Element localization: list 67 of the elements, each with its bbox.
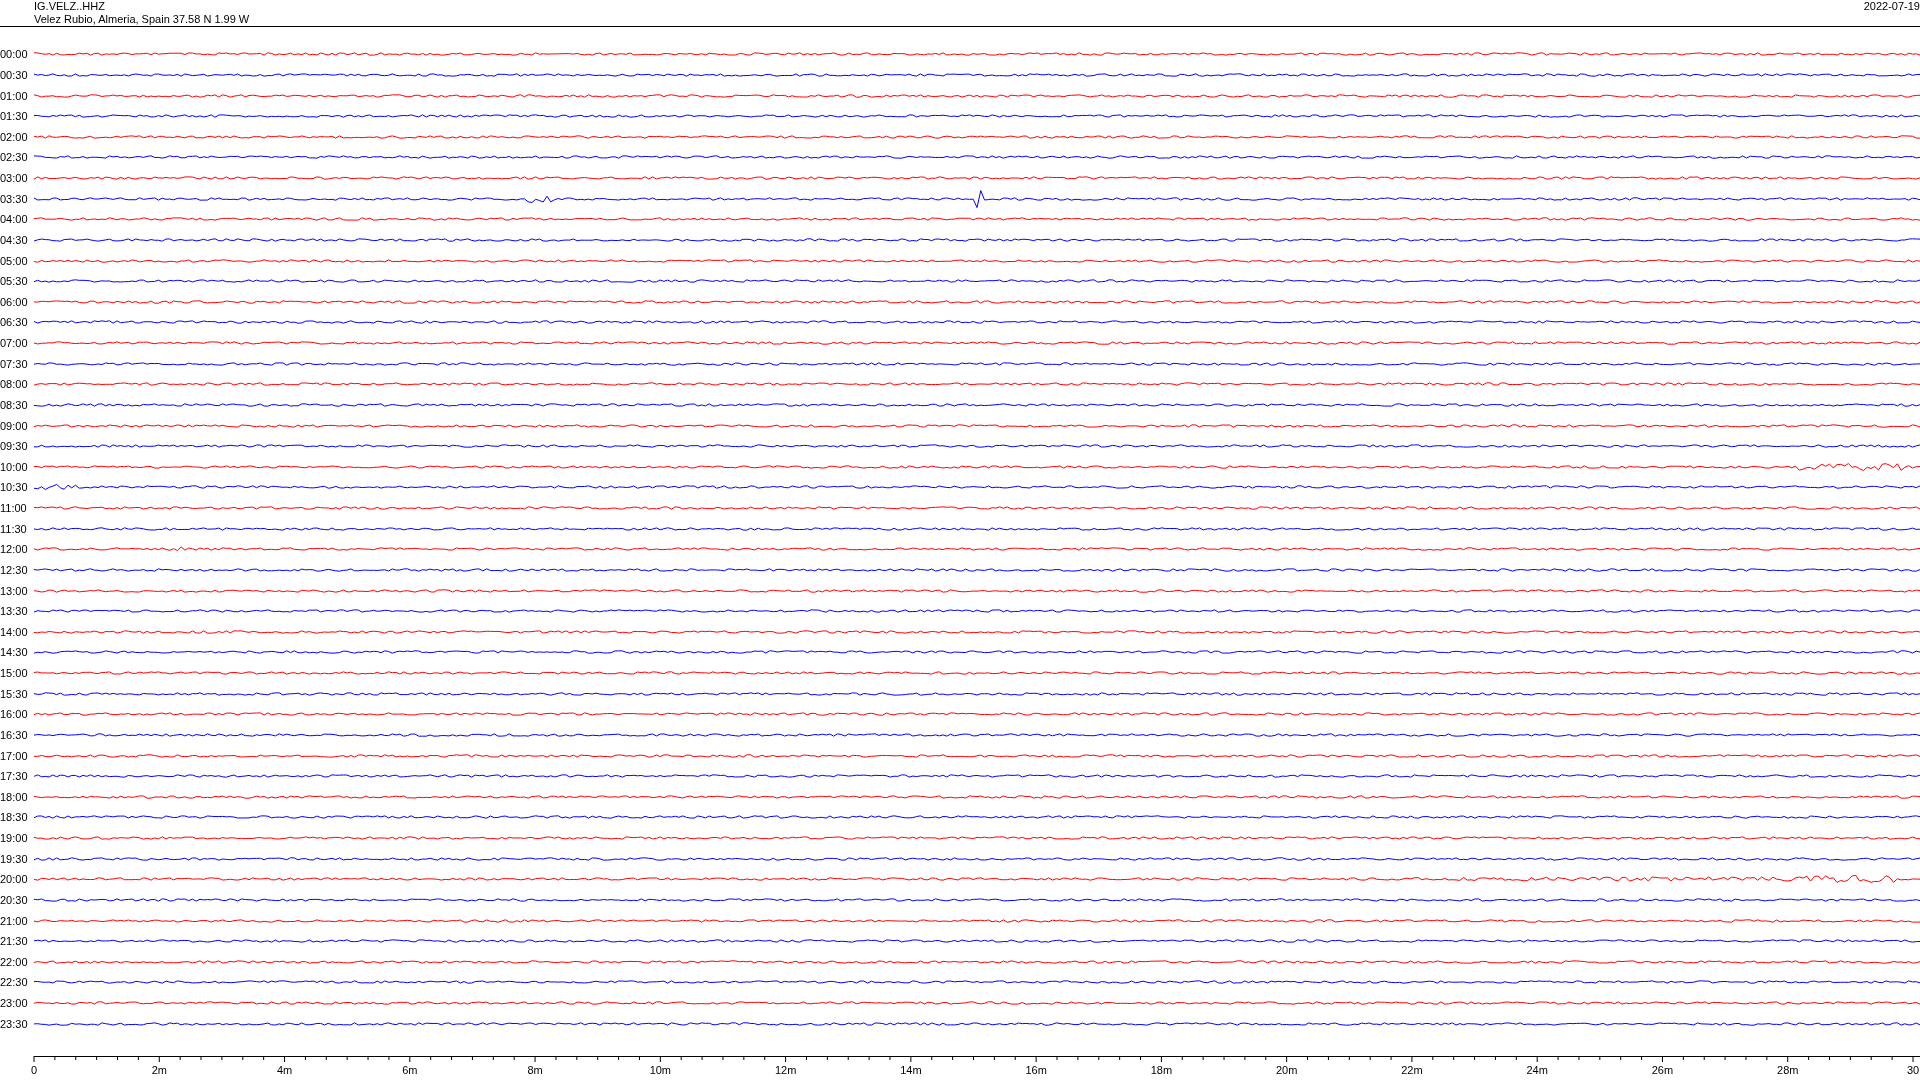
time-label: 22:30 <box>0 976 29 989</box>
time-label: 06:30 <box>0 316 29 329</box>
time-label: 22:00 <box>0 955 29 968</box>
time-label: 23:30 <box>0 1017 29 1030</box>
time-label: 00:00 <box>0 48 29 61</box>
time-label: 03:30 <box>0 192 29 205</box>
time-label: 16:30 <box>0 728 29 741</box>
axis-label: 14m <box>900 1064 922 1076</box>
time-label: 11:30 <box>0 522 28 535</box>
time-label: 05:30 <box>0 275 29 288</box>
time-label: 04:00 <box>0 213 29 226</box>
time-label: 13:00 <box>0 584 29 597</box>
time-label: 05:00 <box>0 254 29 267</box>
time-label: 23:00 <box>0 997 29 1010</box>
time-label: 12:00 <box>0 543 29 556</box>
record-date: 2022-07-19 <box>1863 0 1920 13</box>
axis-label: 8m <box>527 1064 543 1076</box>
axis-label: 18m <box>1150 1064 1173 1076</box>
time-label: 02:30 <box>0 151 29 164</box>
time-label: 07:30 <box>0 357 29 370</box>
time-label: 03:00 <box>0 172 29 185</box>
time-label: 20:00 <box>0 873 29 886</box>
time-label: 04:30 <box>0 233 29 246</box>
time-label: 15:30 <box>0 687 29 700</box>
station-code: IG.VELZ..HHZ <box>34 0 106 13</box>
time-label: 08:30 <box>0 398 29 411</box>
time-label: 19:00 <box>0 832 29 845</box>
time-label: 15:00 <box>0 667 29 680</box>
axis-label: 20m <box>1275 1064 1298 1076</box>
time-label: 01:00 <box>0 89 29 102</box>
time-label: 00:30 <box>0 68 29 81</box>
time-label: 21:00 <box>0 914 29 927</box>
axis-label: 2m <box>151 1064 167 1076</box>
time-label: 06:00 <box>0 295 29 308</box>
axis-label: 28m <box>1777 1064 1799 1076</box>
axis-label: 16m <box>1025 1064 1047 1076</box>
time-label: 14:30 <box>0 646 29 659</box>
time-label: 10:30 <box>0 481 29 494</box>
time-label: 16:00 <box>0 708 29 721</box>
time-label: 07:00 <box>0 337 29 350</box>
time-label: 10:00 <box>0 460 29 473</box>
time-label: 17:30 <box>0 770 29 783</box>
axis-label: 30 <box>1906 1064 1920 1076</box>
time-label: 17:00 <box>0 749 29 762</box>
time-label: 11:00 <box>0 502 28 515</box>
axis-label: 24m <box>1526 1064 1548 1076</box>
time-label: 18:00 <box>0 790 29 803</box>
time-label: 02:00 <box>0 130 29 143</box>
time-label: 21:30 <box>0 935 29 948</box>
time-label: 18:30 <box>0 811 29 824</box>
time-label: 09:00 <box>0 419 29 432</box>
time-label: 12:30 <box>0 563 29 576</box>
time-label: 19:30 <box>0 852 29 865</box>
axis-label: 22m <box>1401 1064 1423 1076</box>
time-label: 01:30 <box>0 110 29 123</box>
station-location: Velez Rubio, Almeria, Spain 37.58 N 1.99 W <box>34 13 250 26</box>
axis-label: 4m <box>276 1064 293 1076</box>
time-label: 13:30 <box>0 605 29 618</box>
time-label: 14:00 <box>0 625 29 638</box>
axis-label: 0 <box>30 1064 38 1076</box>
time-label: 20:30 <box>0 893 29 906</box>
axis-label: 10m <box>649 1064 672 1076</box>
time-label: 09:30 <box>0 440 29 453</box>
axis-label: 12m <box>774 1064 797 1076</box>
time-label: 08:00 <box>0 378 29 391</box>
axis-label: 6m <box>402 1064 418 1076</box>
axis-label: 26m <box>1651 1064 1674 1076</box>
